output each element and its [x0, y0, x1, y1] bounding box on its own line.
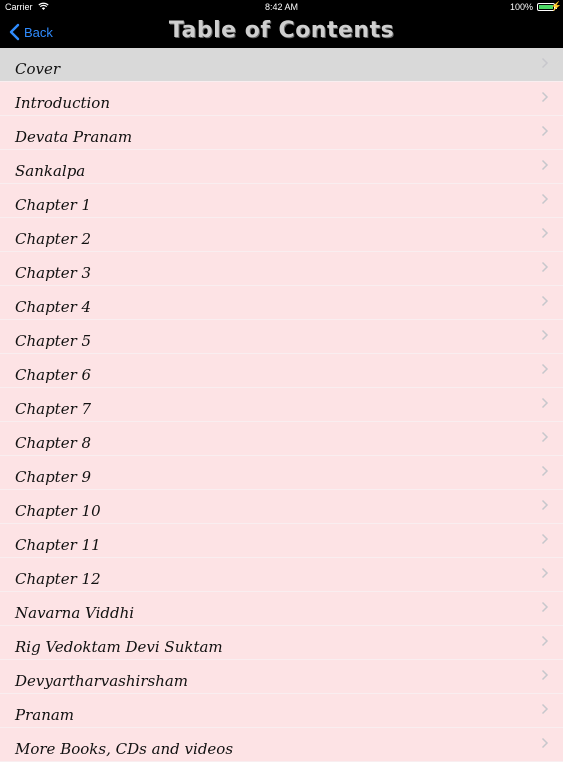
toc-row-label: Chapter 3: [15, 264, 92, 282]
toc-row[interactable]: Devyartharvashirsham: [0, 660, 563, 694]
toc-row-label: Chapter 11: [15, 536, 101, 554]
toc-row[interactable]: Chapter 11: [0, 524, 563, 558]
toc-row-label: Devata Pranam: [15, 128, 133, 146]
chevron-right-icon: [541, 499, 549, 511]
chevron-right-icon: [541, 363, 549, 375]
toc-row-label: Introduction: [15, 94, 110, 112]
chevron-right-icon: [541, 295, 549, 307]
chevron-right-icon: [541, 601, 549, 613]
toc-row[interactable]: Sankalpa: [0, 150, 563, 184]
chevron-right-icon: [541, 57, 549, 69]
toc-row[interactable]: Chapter 4: [0, 286, 563, 320]
toc-row[interactable]: Chapter 2: [0, 218, 563, 252]
chevron-right-icon: [541, 669, 549, 681]
toc-row-label: Chapter 10: [15, 502, 101, 520]
chevron-right-icon: [541, 193, 549, 205]
battery-percentage: 100%: [509, 2, 533, 12]
chevron-right-icon: [541, 703, 549, 715]
toc-row-label: Chapter 7: [15, 400, 92, 418]
chevron-right-icon: [541, 431, 549, 443]
toc-row-label: Chapter 4: [15, 298, 92, 316]
toc-row-label: Chapter 2: [15, 230, 92, 248]
toc-row[interactable]: Chapter 7: [0, 388, 563, 422]
toc-row-label: Pranam: [15, 706, 75, 724]
toc-row-label: Chapter 5: [15, 332, 92, 350]
toc-row[interactable]: Chapter 6: [0, 354, 563, 388]
navigation-bar: Back Table of Contents: [0, 16, 563, 48]
chevron-right-icon: [541, 567, 549, 579]
toc-row[interactable]: Chapter 1: [0, 184, 563, 218]
charging-bolt-icon: ⚡: [550, 1, 562, 11]
chevron-right-icon: [541, 261, 549, 273]
toc-row-label: Chapter 9: [15, 468, 92, 486]
toc-row[interactable]: More Books, CDs and videos: [0, 728, 563, 762]
toc-row[interactable]: Chapter 8: [0, 422, 563, 456]
toc-row-label: Sankalpa: [15, 162, 86, 180]
toc-row[interactable]: Chapter 9: [0, 456, 563, 490]
chevron-right-icon: [541, 227, 549, 239]
toc-row[interactable]: Rig Vedoktam Devi Suktam: [0, 626, 563, 660]
toc-row-label: Chapter 6: [15, 366, 92, 384]
chevron-right-icon: [541, 125, 549, 137]
toc-row-label: Chapter 12: [15, 570, 101, 588]
chevron-right-icon: [541, 91, 549, 103]
toc-row-label: Rig Vedoktam Devi Suktam: [15, 638, 223, 656]
toc-row-label: Cover: [15, 60, 61, 78]
chevron-right-icon: [541, 737, 549, 749]
toc-row[interactable]: Devata Pranam: [0, 116, 563, 150]
chevron-right-icon: [541, 397, 549, 409]
toc-row[interactable]: Chapter 3: [0, 252, 563, 286]
toc-row-label: More Books, CDs and videos: [15, 740, 234, 758]
toc-row[interactable]: Introduction: [0, 82, 563, 116]
toc-row[interactable]: Chapter 12: [0, 558, 563, 592]
toc-row[interactable]: Chapter 10: [0, 490, 563, 524]
status-bar: Carrier 8:42 AM 100% ⚡: [0, 0, 563, 16]
page-title: Table of Contents: [168, 18, 395, 43]
toc-row[interactable]: Navarna Viddhi: [0, 592, 563, 626]
clock: 8:42 AM: [264, 2, 299, 12]
chevron-right-icon: [541, 329, 549, 341]
chevron-right-icon: [541, 465, 549, 477]
toc-row[interactable]: Pranam: [0, 694, 563, 728]
toc-row-label: Chapter 8: [15, 434, 92, 452]
chevron-right-icon: [541, 159, 549, 171]
toc-row-label: Chapter 1: [15, 196, 92, 214]
chevron-right-icon: [541, 533, 549, 545]
chevron-right-icon: [541, 635, 549, 647]
toc-row[interactable]: Chapter 5: [0, 320, 563, 354]
toc-row-label: Devyartharvashirsham: [15, 672, 189, 690]
table-of-contents-list: Cover Introduction Devata Pranam Sankalpa Ch…: [0, 48, 563, 762]
toc-row-label: Navarna Viddhi: [15, 604, 135, 622]
toc-row[interactable]: Cover: [0, 48, 563, 82]
